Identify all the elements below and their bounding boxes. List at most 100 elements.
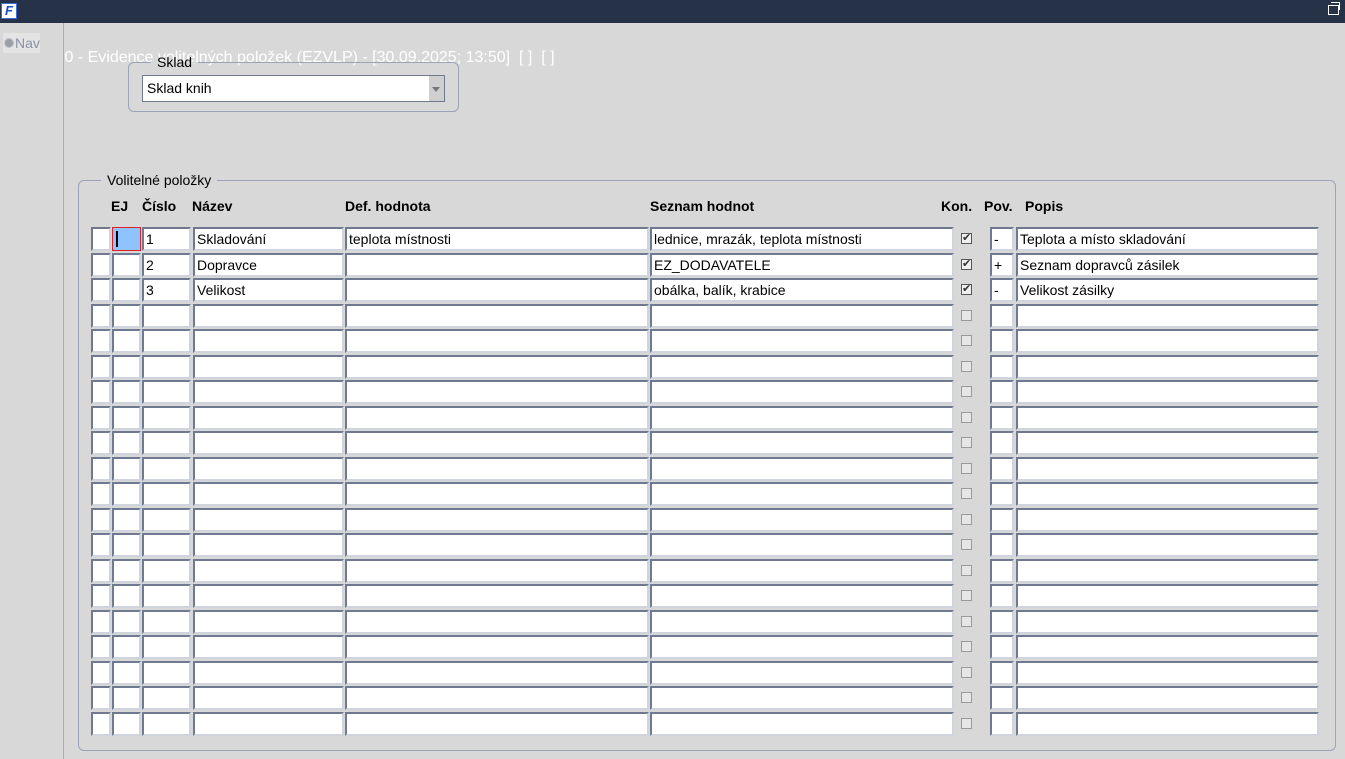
popis-field[interactable]: [1016, 329, 1319, 353]
def-field[interactable]: [345, 278, 649, 302]
def-field[interactable]: [345, 431, 649, 455]
kon-checkbox[interactable]: [961, 641, 972, 652]
kon-checkbox[interactable]: [961, 514, 972, 525]
pov-field[interactable]: +: [990, 253, 1014, 277]
ej-field[interactable]: [112, 712, 141, 736]
cislo-field[interactable]: 1: [142, 227, 191, 251]
nazev-field[interactable]: [193, 584, 344, 608]
row-selector[interactable]: [91, 686, 111, 710]
restore-window-icon[interactable]: [1328, 2, 1340, 15]
popis-field[interactable]: [1016, 431, 1319, 455]
popis-field[interactable]: [1016, 508, 1319, 532]
def-field[interactable]: [345, 610, 649, 634]
kon-checkbox[interactable]: [961, 335, 972, 346]
row-selector[interactable]: [91, 712, 111, 736]
def-field[interactable]: [345, 712, 649, 736]
def-field[interactable]: [345, 406, 649, 430]
def-field[interactable]: [345, 253, 649, 277]
nazev-field[interactable]: [193, 533, 344, 557]
kon-checkbox[interactable]: [961, 539, 972, 550]
cislo-field[interactable]: [142, 508, 191, 532]
nazev-field[interactable]: [193, 431, 344, 455]
ej-field[interactable]: [112, 635, 141, 659]
ej-field[interactable]: [112, 304, 141, 328]
seznam-field[interactable]: [650, 533, 954, 557]
kon-checkbox[interactable]: [961, 692, 972, 703]
pov-field[interactable]: [990, 508, 1014, 532]
seznam-field[interactable]: [650, 508, 954, 532]
pov-field[interactable]: -: [990, 227, 1014, 251]
popis-field[interactable]: [1016, 610, 1319, 634]
ej-field[interactable]: [112, 533, 141, 557]
row-selector[interactable]: [91, 253, 111, 277]
seznam-field[interactable]: obálka, balík, krabice: [650, 278, 954, 302]
popis-field[interactable]: [1016, 686, 1319, 710]
seznam-field[interactable]: [650, 355, 954, 379]
ej-field[interactable]: [112, 380, 141, 404]
row-selector[interactable]: [91, 584, 111, 608]
seznam-field[interactable]: [650, 482, 954, 506]
seznam-field[interactable]: [650, 661, 954, 685]
nazev-field[interactable]: [193, 457, 344, 481]
row-selector[interactable]: [91, 304, 111, 328]
popis-field[interactable]: [1016, 635, 1319, 659]
row-selector[interactable]: [91, 559, 111, 583]
popis-field[interactable]: [1016, 406, 1319, 430]
ej-field[interactable]: [112, 406, 141, 430]
cislo-field[interactable]: [142, 304, 191, 328]
kon-checkbox[interactable]: [961, 718, 972, 729]
ej-field[interactable]: [112, 355, 141, 379]
cislo-field[interactable]: [142, 584, 191, 608]
nazev-field[interactable]: [193, 329, 344, 353]
cislo-field[interactable]: [142, 533, 191, 557]
pov-field[interactable]: [990, 304, 1014, 328]
seznam-field[interactable]: [650, 431, 954, 455]
ej-field[interactable]: [112, 431, 141, 455]
kon-checkbox[interactable]: [961, 590, 972, 601]
popis-field[interactable]: [1016, 355, 1319, 379]
popis-field[interactable]: [1016, 457, 1319, 481]
cislo-field[interactable]: 3: [142, 278, 191, 302]
cislo-field[interactable]: [142, 661, 191, 685]
ej-field[interactable]: [112, 559, 141, 583]
row-selector[interactable]: [91, 329, 111, 353]
nazev-field[interactable]: [193, 304, 344, 328]
cislo-field[interactable]: [142, 482, 191, 506]
pov-field[interactable]: [990, 482, 1014, 506]
nav-radio[interactable]: Nav: [3, 33, 40, 53]
nazev-field[interactable]: [193, 686, 344, 710]
cislo-field[interactable]: [142, 431, 191, 455]
cislo-field[interactable]: [142, 712, 191, 736]
kon-checkbox[interactable]: ✔: [961, 259, 972, 270]
row-selector[interactable]: [91, 278, 111, 302]
pov-field[interactable]: [990, 686, 1014, 710]
nazev-field[interactable]: Dopravce: [193, 253, 344, 277]
def-field[interactable]: [345, 635, 649, 659]
ej-field[interactable]: [112, 227, 141, 251]
seznam-field[interactable]: EZ_DODAVATELE: [650, 253, 954, 277]
ej-field[interactable]: [112, 584, 141, 608]
def-field[interactable]: [345, 355, 649, 379]
kon-checkbox[interactable]: [961, 412, 972, 423]
nazev-field[interactable]: [193, 482, 344, 506]
chevron-down-icon[interactable]: [429, 76, 444, 101]
nazev-field[interactable]: [193, 635, 344, 659]
pov-field[interactable]: [990, 559, 1014, 583]
popis-field[interactable]: [1016, 559, 1319, 583]
pov-field[interactable]: [990, 584, 1014, 608]
cislo-field[interactable]: [142, 635, 191, 659]
cislo-field[interactable]: [142, 457, 191, 481]
popis-field[interactable]: Seznam dopravců zásilek: [1016, 253, 1319, 277]
nazev-field[interactable]: [193, 661, 344, 685]
def-field[interactable]: [345, 482, 649, 506]
pov-field[interactable]: [990, 610, 1014, 634]
pov-field[interactable]: [990, 661, 1014, 685]
ej-field[interactable]: [112, 457, 141, 481]
ej-field[interactable]: [112, 278, 141, 302]
def-field[interactable]: [345, 533, 649, 557]
popis-field[interactable]: [1016, 584, 1319, 608]
ej-field[interactable]: [112, 610, 141, 634]
kon-checkbox[interactable]: ✔: [961, 284, 972, 295]
ej-field[interactable]: [112, 253, 141, 277]
kon-checkbox[interactable]: [961, 565, 972, 576]
